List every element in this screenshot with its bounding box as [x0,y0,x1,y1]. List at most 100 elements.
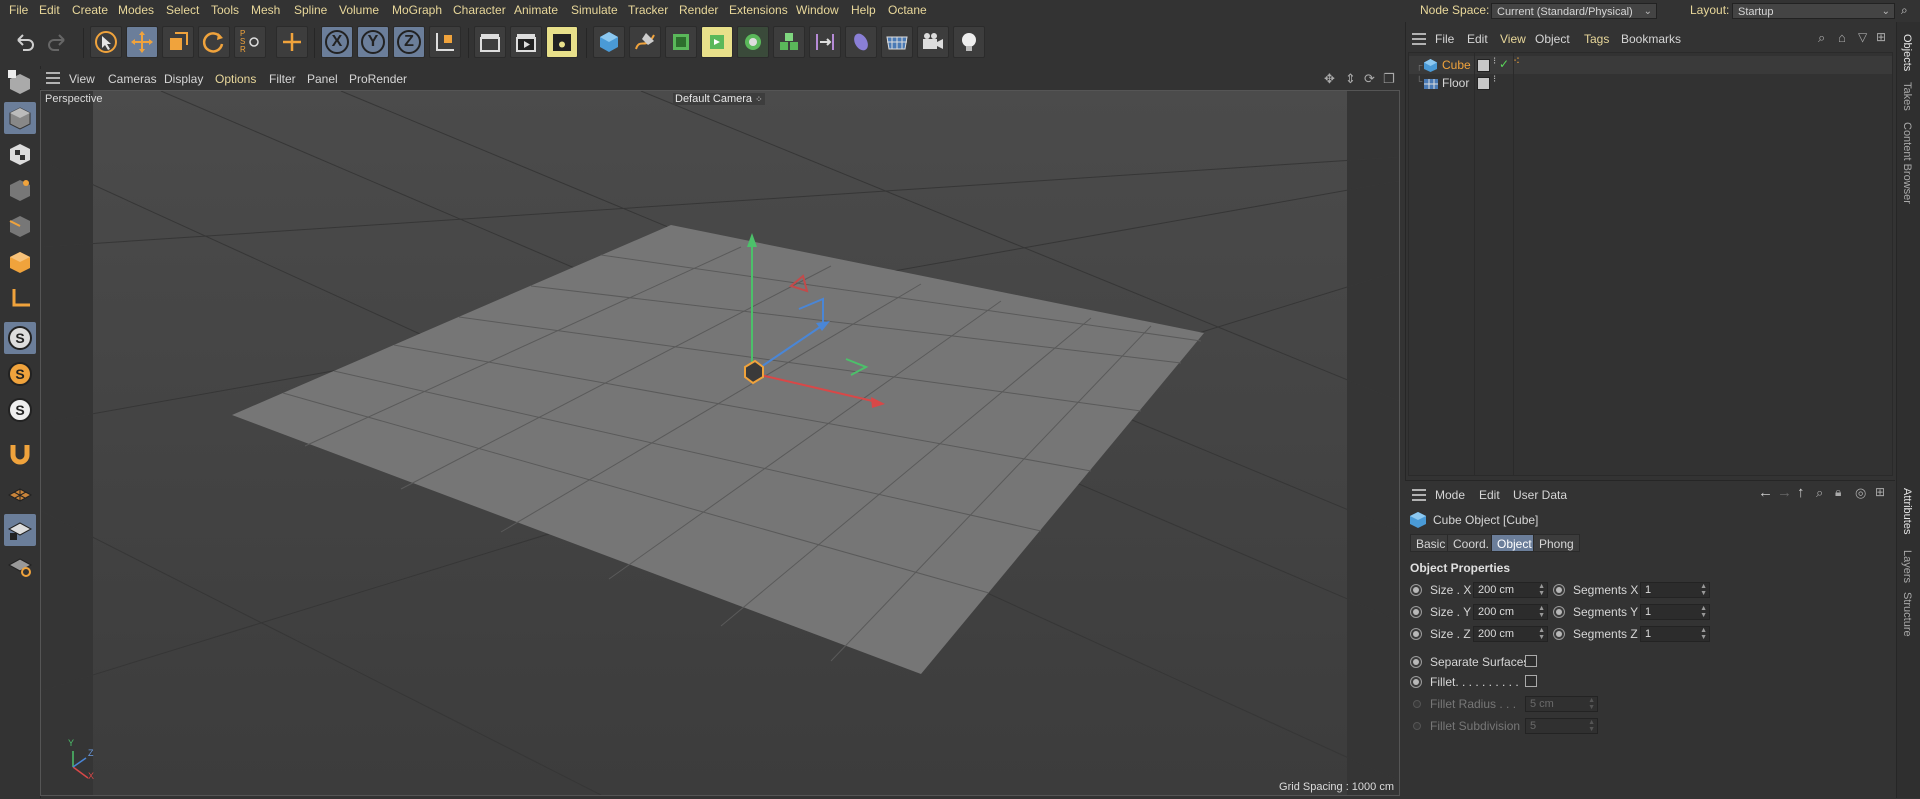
node-space-dropdown[interactable]: Current (Standard/Physical) ⌄ [1491,3,1657,19]
camera-button[interactable] [917,26,949,58]
side-tab-layers[interactable]: Layers [1901,550,1913,583]
snap-mode-button[interactable]: S [4,394,36,426]
axis-mode-button[interactable] [4,282,36,314]
objects-menu-bookmarks[interactable]: Bookmarks [1621,32,1681,46]
subdivision-surface-button[interactable] [665,26,697,58]
spinner-icon[interactable]: ▲ ▼ [1538,583,1545,597]
attributes-menu-edit[interactable]: Edit [1479,488,1500,502]
make-editable-button[interactable] [4,66,36,98]
spinner-icon[interactable]: ▲ ▼ [1700,583,1707,597]
menu-modes[interactable]: Modes [118,3,154,17]
menu-tracker[interactable]: Tracker [628,3,668,17]
target-icon[interactable]: ◎ [1855,485,1866,501]
texture-mode-button[interactable] [4,138,36,170]
size-z-field[interactable]: 200 cm ▲ ▼ [1473,626,1548,642]
tweak-button[interactable] [4,438,36,470]
viewport-menu-filter[interactable]: Filter [269,72,296,86]
home-icon[interactable]: ⌂ [1838,30,1846,45]
attributes-hamburger-icon[interactable] [1412,489,1426,504]
menu-octane[interactable]: Octane [888,3,927,17]
viewport-menu-display[interactable]: Display [164,72,203,86]
viewport-menu-prorender[interactable]: ProRender [349,72,407,86]
objects-menu-tags[interactable]: Tags [1584,32,1609,46]
segments-y-field[interactable]: 1 ▲ ▼ [1640,604,1710,620]
menu-spline[interactable]: Spline [294,3,327,17]
object-manager[interactable]: ┌ Cube ⁝ ✓ ⁖ └ Floor ⁝ [1408,52,1893,476]
add-icon[interactable]: ⊞ [1876,30,1886,44]
scale-tool-button[interactable] [162,26,194,58]
side-tab-takes[interactable]: Takes [1901,82,1913,111]
objects-menu-edit[interactable]: Edit [1467,32,1488,46]
tag-icon[interactable]: ⁖ [1513,54,1520,68]
search-icon[interactable]: ⌕ [1816,485,1823,501]
deformer-button[interactable] [809,26,841,58]
size-y-field[interactable]: 200 cm ▲ ▼ [1473,604,1548,620]
menu-character[interactable]: Character [453,3,506,17]
field-button[interactable] [845,26,877,58]
check-icon[interactable]: ✓ [1499,57,1509,71]
search-icon[interactable]: ⌕ [1818,30,1825,46]
snap-button[interactable]: S [4,322,36,354]
menu-help[interactable]: Help [851,3,876,17]
z-axis-lock-button[interactable]: Z [393,26,425,58]
segments-z-field[interactable]: 1 ▲ ▼ [1640,626,1710,642]
pen-tool-button[interactable] [629,26,661,58]
spinner-icon[interactable]: ▲ ▼ [1700,627,1707,641]
viewport-menu-cameras[interactable]: Cameras [108,72,157,86]
rotate-view-icon[interactable]: ⟳ [1364,71,1375,87]
menu-mesh[interactable]: Mesh [251,3,280,17]
object-name[interactable]: Cube [1442,58,1471,72]
y-axis-lock-button[interactable]: Y [357,26,389,58]
mograph-button[interactable] [773,26,805,58]
move-view-icon[interactable]: ✥ [1324,71,1335,87]
viewport-menu-options[interactable]: Options [215,72,256,86]
objects-hamburger-icon[interactable] [1412,33,1426,48]
cube-object-button[interactable] [593,26,625,58]
recent-tool-button[interactable] [276,26,308,58]
attributes-menu-user-data[interactable]: User Data [1513,488,1567,502]
animate-radio[interactable] [1410,584,1422,596]
size-x-field[interactable]: 200 cm ▲ ▼ [1473,582,1548,598]
filter-icon[interactable]: ▽ [1858,30,1867,44]
side-tab-structure[interactable]: Structure [1901,592,1913,637]
attributes-menu-mode[interactable]: Mode [1435,488,1465,502]
object-row-floor[interactable]: └ Floor ⁝ [1409,74,1892,92]
visibility-dots-icon[interactable]: ⁝ [1493,74,1496,85]
search-icon[interactable]: ⌕ [1901,3,1908,18]
tab-coord[interactable]: Coord. [1447,534,1496,552]
maximize-view-icon[interactable]: ❐ [1383,71,1395,87]
light-button[interactable] [953,26,985,58]
animate-radio[interactable] [1553,584,1565,596]
viewport-menu-view[interactable]: View [69,72,95,86]
menu-select[interactable]: Select [166,3,199,17]
edges-mode-button[interactable] [4,210,36,242]
segments-x-field[interactable]: 1 ▲ ▼ [1640,582,1710,598]
tab-phong[interactable]: Phong [1533,534,1580,552]
separate-surfaces-checkbox[interactable] [1525,655,1537,667]
layer-icon[interactable] [1477,59,1490,72]
lock-icon[interactable]: 🔒︎ [1835,485,1841,500]
add-icon[interactable]: ⊞ [1875,485,1885,499]
rotate-tool-button[interactable] [198,26,230,58]
layer-icon[interactable] [1477,77,1490,90]
coordinate-system-button[interactable] [429,26,461,58]
side-tab-content-browser[interactable]: Content Browser [1901,122,1913,204]
spinner-icon[interactable]: ▲ ▼ [1538,605,1545,619]
menu-volume[interactable]: Volume [339,3,379,17]
animate-radio[interactable] [1553,628,1565,640]
animate-radio[interactable] [1553,606,1565,618]
viewport-canvas[interactable] [41,91,1399,795]
animate-radio[interactable] [1410,606,1422,618]
snap-settings-button[interactable]: S [4,358,36,390]
viewport-menu-panel[interactable]: Panel [307,72,338,86]
model-mode-button[interactable] [4,102,36,134]
layout-dropdown[interactable]: Startup ⌄ [1732,3,1895,19]
spinner-icon[interactable]: ▲ ▼ [1700,605,1707,619]
menu-window[interactable]: Window [796,3,839,17]
back-arrow-icon[interactable]: ← [1758,484,1773,501]
cloner-button[interactable] [737,26,769,58]
animate-radio[interactable] [1410,628,1422,640]
redo-button[interactable] [42,26,74,58]
planar-workplane-button[interactable] [4,550,36,582]
spinner-icon[interactable]: ▲ ▼ [1538,627,1545,641]
